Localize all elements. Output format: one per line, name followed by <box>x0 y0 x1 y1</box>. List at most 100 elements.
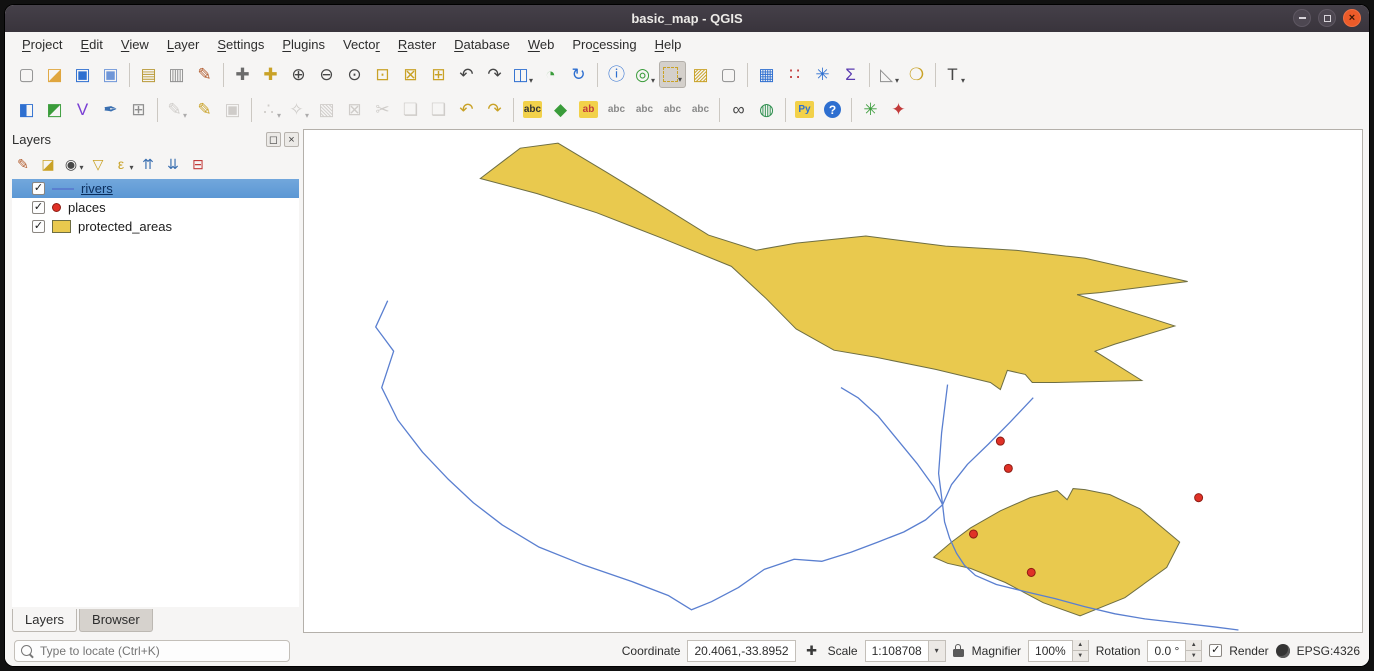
locate-input[interactable] <box>38 643 283 659</box>
vertex-tool-dropdown-caret[interactable]: ▾ <box>305 111 309 120</box>
pin-labels-button[interactable]: ab <box>575 96 602 123</box>
text-annotation-dropdown-caret[interactable]: ▾ <box>961 76 965 85</box>
text-annotation-button[interactable]: T▾ <box>941 61 968 88</box>
layer-labeling-button[interactable]: abc <box>519 96 546 123</box>
spin-down-icon[interactable]: ▼ <box>1073 651 1088 661</box>
rotation-spin-buttons[interactable]: ▲▼ <box>1185 640 1201 661</box>
remove-layer-button[interactable]: ⊟ <box>187 153 209 175</box>
maximize-button[interactable] <box>1318 9 1336 27</box>
new-map-view-button[interactable]: ◫▾ <box>509 61 536 88</box>
identify-features-button[interactable]: ⓘ <box>603 61 630 88</box>
zoom-last-button[interactable]: ↶ <box>453 61 480 88</box>
menu-layer[interactable]: Layer <box>158 34 209 55</box>
menu-project[interactable]: Project <box>13 34 71 55</box>
dock-tab-browser[interactable]: Browser <box>79 609 153 632</box>
spin-up-icon[interactable]: ▲ <box>1186 640 1201 651</box>
save-project-button[interactable]: ▣ <box>69 61 96 88</box>
float-panel-button[interactable]: ◻ <box>266 132 281 147</box>
web-services-button[interactable]: ◍ <box>753 96 780 123</box>
processing-history-button[interactable]: ✦ <box>885 96 912 123</box>
menu-raster[interactable]: Raster <box>389 34 445 55</box>
select-by-value-button[interactable]: ▨ <box>687 61 714 88</box>
menu-settings[interactable]: Settings <box>208 34 273 55</box>
collapse-all-button[interactable]: ⇊ <box>162 153 184 175</box>
scale-lock-icon[interactable] <box>953 644 965 658</box>
pan-to-selection-button[interactable]: ✚ <box>257 61 284 88</box>
extents-toggle-icon[interactable]: ✚ <box>803 642 821 660</box>
run-feature-action-dropdown-caret[interactable]: ▾ <box>651 76 655 85</box>
magnifier-spinbox[interactable]: 100% ▲▼ <box>1028 640 1089 662</box>
menu-processing[interactable]: Processing <box>563 34 645 55</box>
menu-plugins[interactable]: Plugins <box>273 34 334 55</box>
coordinate-box[interactable]: 20.4061,-33.8952 <box>687 640 795 662</box>
locate-box[interactable] <box>14 640 290 662</box>
manage-map-themes-button[interactable]: ◉▾ <box>62 153 84 175</box>
layer-item-protected_areas[interactable]: ✓protected_areas <box>12 217 299 236</box>
menu-help[interactable]: Help <box>646 34 691 55</box>
data-source-manager-button[interactable]: ◧ <box>13 96 40 123</box>
zoom-native-button[interactable]: ⊙ <box>341 61 368 88</box>
menu-web[interactable]: Web <box>519 34 564 55</box>
close-panel-button[interactable]: × <box>284 132 299 147</box>
spin-up-icon[interactable]: ▲ <box>1073 640 1088 651</box>
new-map-view-dropdown-caret[interactable]: ▾ <box>529 76 533 85</box>
layer-visibility-checkbox[interactable]: ✓ <box>32 182 45 195</box>
scale-dropdown-caret[interactable]: ▾ <box>928 641 945 661</box>
new-shapefile-layer-button[interactable]: V <box>69 96 96 123</box>
current-edits-dropdown-caret[interactable]: ▾ <box>183 111 187 120</box>
zoom-full-button[interactable]: ⊡ <box>369 61 396 88</box>
temporal-controller-button[interactable]: ◔ <box>537 61 564 88</box>
new-virtual-layer-button[interactable]: ⊞ <box>125 96 152 123</box>
map-tips-button[interactable]: ❍ <box>903 61 930 88</box>
help-contents-button[interactable]: ? <box>819 96 846 123</box>
new-project-button[interactable]: ▢ <box>13 61 40 88</box>
new-geopackage-layer-button[interactable]: ✒ <box>97 96 124 123</box>
statistical-summary-button[interactable]: Σ <box>837 61 864 88</box>
crs-globe-icon[interactable] <box>1276 644 1290 658</box>
menu-vector[interactable]: Vector <box>334 34 389 55</box>
filter-by-expression-button[interactable]: ε▾ <box>112 153 134 175</box>
processing-model-button[interactable]: ✳ <box>857 96 884 123</box>
menu-database[interactable]: Database <box>445 34 519 55</box>
new-print-layout-button[interactable]: ▤ <box>135 61 162 88</box>
save-project-as-button[interactable]: ▣ <box>97 61 124 88</box>
zoom-to-selection-button[interactable]: ⊠ <box>397 61 424 88</box>
menu-view[interactable]: View <box>112 34 158 55</box>
layer-visibility-checkbox[interactable]: ✓ <box>32 220 45 233</box>
close-button[interactable]: × <box>1343 9 1361 27</box>
select-features-button[interactable]: ▾ <box>659 61 686 88</box>
layer-item-rivers[interactable]: ✓rivers <box>12 179 299 198</box>
open-attribute-table-button[interactable]: ▦ <box>753 61 780 88</box>
open-project-button[interactable]: ◪ <box>41 61 68 88</box>
zoom-in-button[interactable]: ⊕ <box>285 61 312 88</box>
metasearch-button[interactable]: ∞ <box>725 96 752 123</box>
magnifier-spin-buttons[interactable]: ▲▼ <box>1072 640 1088 661</box>
python-console-button[interactable]: Py <box>791 96 818 123</box>
layer-diagram-button[interactable]: ◆ <box>547 96 574 123</box>
add-layer-button[interactable]: ◩ <box>41 96 68 123</box>
layer-visibility-checkbox[interactable]: ✓ <box>32 201 45 214</box>
style-manager-button[interactable]: ✎ <box>191 61 218 88</box>
select-features-dropdown-caret[interactable]: ▾ <box>678 75 682 84</box>
undo-button[interactable]: ↶ <box>453 96 480 123</box>
measure-dropdown-caret[interactable]: ▾ <box>895 76 899 85</box>
minimize-button[interactable] <box>1293 9 1311 27</box>
zoom-to-layer-button[interactable]: ⊞ <box>425 61 452 88</box>
dock-tab-layers[interactable]: Layers <box>12 609 77 632</box>
crs-value[interactable]: EPSG:4326 <box>1297 644 1360 658</box>
move-label-button[interactable]: abc <box>631 96 658 123</box>
toggle-editing-button[interactable]: ✎ <box>191 96 218 123</box>
filter-legend-button[interactable]: ▽ <box>87 153 109 175</box>
manage-map-themes-dropdown-caret[interactable]: ▾ <box>79 163 83 172</box>
show-layout-manager-button[interactable]: ▥ <box>163 61 190 88</box>
menu-edit[interactable]: Edit <box>71 34 111 55</box>
add-group-button[interactable]: ◪ <box>37 153 59 175</box>
spin-down-icon[interactable]: ▼ <box>1186 651 1201 661</box>
title-bar[interactable]: basic_map - QGIS × <box>5 5 1369 32</box>
zoom-next-button[interactable]: ↷ <box>481 61 508 88</box>
expand-all-button[interactable]: ⇈ <box>137 153 159 175</box>
redo-button[interactable]: ↷ <box>481 96 508 123</box>
zoom-out-button[interactable]: ⊖ <box>313 61 340 88</box>
filter-by-expression-dropdown-caret[interactable]: ▾ <box>129 163 133 172</box>
add-feature-dropdown-caret[interactable]: ▾ <box>277 111 281 120</box>
